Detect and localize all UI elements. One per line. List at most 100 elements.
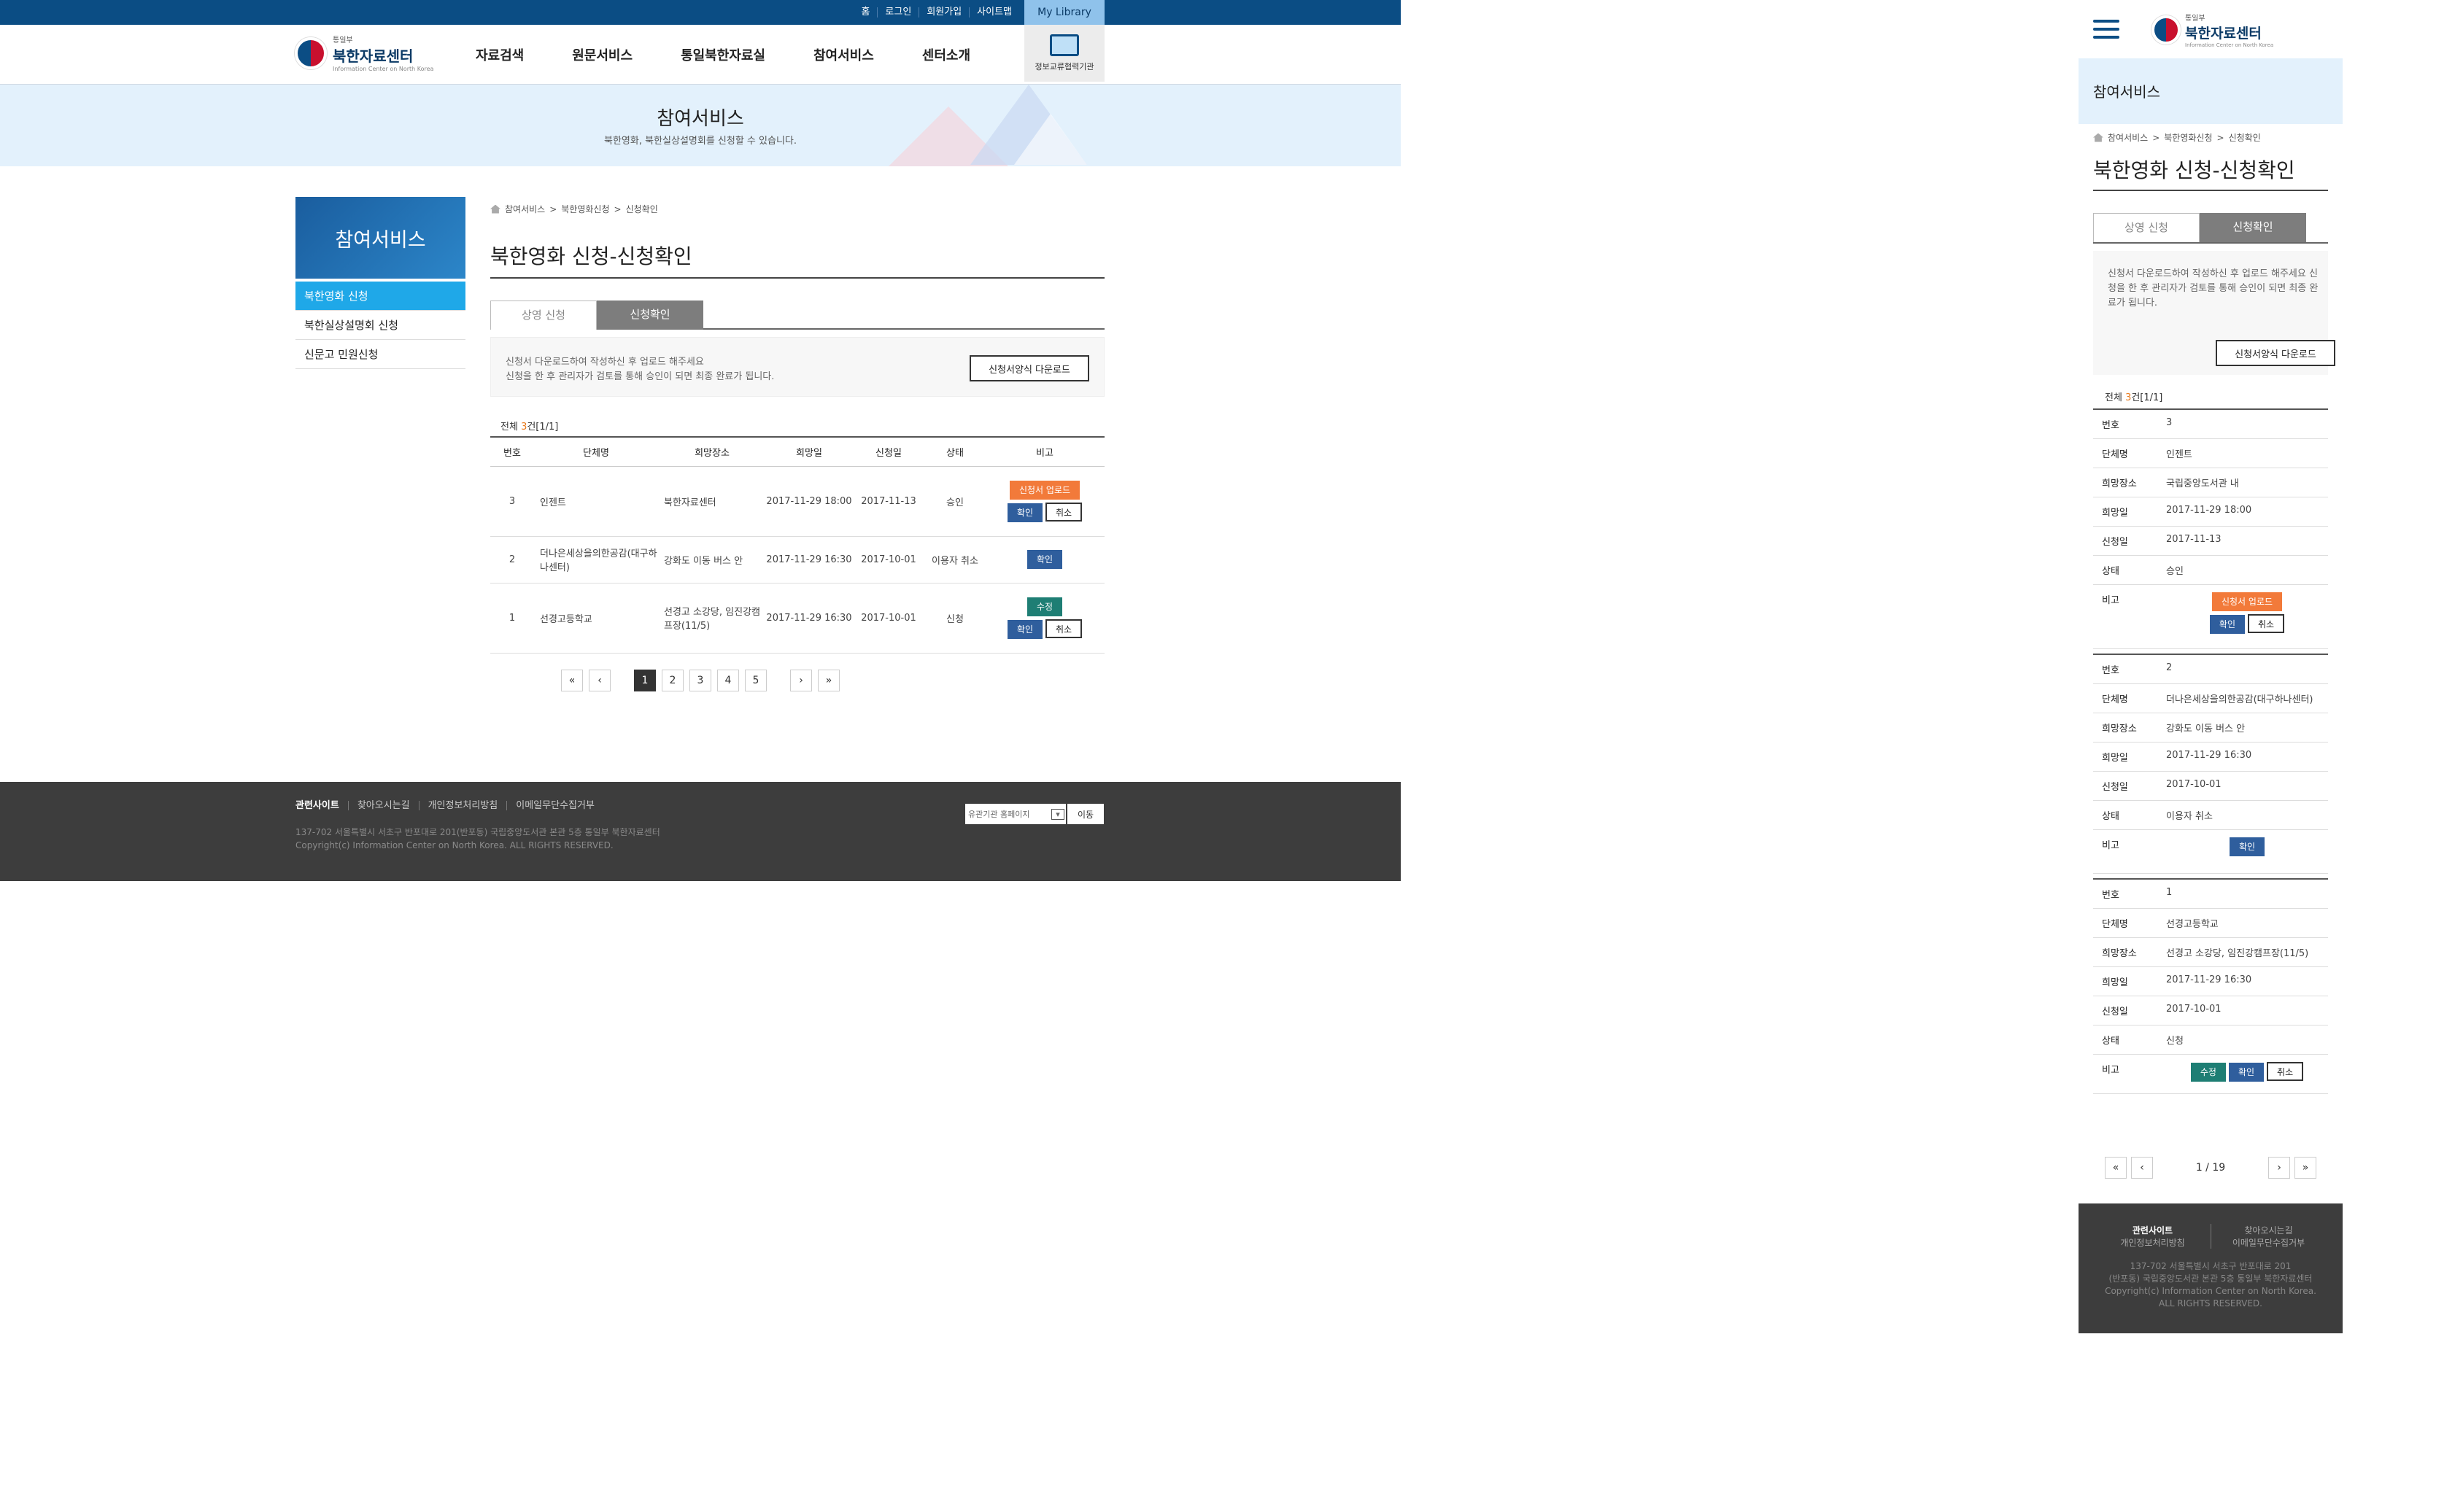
download-form-button[interactable]: 신청서양식 다운로드	[2216, 340, 2335, 366]
page-4[interactable]: 4	[717, 670, 739, 691]
first-page-icon[interactable]: «	[561, 670, 583, 691]
crumb-2[interactable]: 북한영화신청	[561, 203, 609, 215]
info-exchange-button[interactable]: 정보교류협력기관	[1024, 25, 1105, 82]
home-icon[interactable]	[490, 204, 500, 214]
footer-email[interactable]: 이메일무단수집거부	[2222, 1236, 2316, 1249]
value-org: 인젠트	[2166, 449, 2192, 460]
cell-status: 신청	[925, 583, 985, 654]
next-page-icon[interactable]: ›	[790, 670, 812, 691]
download-form-button[interactable]: 신청서양식 다운로드	[970, 355, 1089, 381]
footer-directions[interactable]: 찾아오시는길	[2222, 1224, 2316, 1236]
cancel-button[interactable]: 취소	[1045, 502, 1083, 522]
footer-related[interactable]: 관련사이트	[2106, 1224, 2200, 1236]
nav-search[interactable]: 자료검색	[476, 45, 524, 64]
value-no: 1	[2166, 887, 2173, 898]
cell-status: 승인	[925, 466, 985, 537]
confirm-button[interactable]: 확인	[2228, 1063, 2265, 1082]
cell-no: 3	[490, 466, 534, 537]
select-value: 유관기관 홈페이지	[968, 810, 1030, 819]
col-place: 희망장소	[658, 436, 766, 467]
page-info: 1 / 19	[2195, 1162, 2226, 1174]
site-logo[interactable]: 통일부 북한자료센터 Information Center on North K…	[295, 34, 433, 72]
hamburger-menu-icon[interactable]	[2093, 20, 2119, 39]
page-5[interactable]: 5	[745, 670, 767, 691]
main-nav: 자료검색 원문서비스 통일북한자료실 참여서비스 센터소개	[476, 25, 1018, 85]
last-page-icon[interactable]: »	[2294, 1157, 2316, 1179]
page-1[interactable]: 1	[634, 670, 656, 691]
confirm-button[interactable]: 확인	[2229, 837, 2265, 856]
cell-note: 신청서 업로드 확인 취소	[985, 466, 1105, 537]
crumb-3: 신청확인	[625, 204, 658, 214]
side-item-complaint[interactable]: 신문고 민원신청	[295, 340, 465, 369]
first-page-icon[interactable]: «	[2105, 1157, 2127, 1179]
label-apply: 신청일	[2102, 1007, 2128, 1017]
tab-confirm[interactable]: 신청확인	[597, 301, 703, 330]
tab-apply[interactable]: 상영 신청	[2093, 213, 2200, 242]
confirm-button[interactable]: 확인	[1026, 550, 1063, 569]
upload-button[interactable]: 신청서 업로드	[2211, 592, 2283, 611]
page-3[interactable]: 3	[689, 670, 711, 691]
crumb-2[interactable]: 북한영화신청	[2164, 131, 2212, 144]
label-note: 비고	[2102, 595, 2119, 606]
footer-privacy[interactable]: 개인정보처리방침	[418, 801, 507, 810]
home-link[interactable]: 홈	[854, 7, 877, 18]
next-page-icon[interactable]: ›	[2268, 1157, 2290, 1179]
footer-directions[interactable]: 찾아오시는길	[347, 801, 419, 810]
footer-privacy[interactable]: 개인정보처리방침	[2106, 1236, 2200, 1249]
crumb-1[interactable]: 참여서비스	[505, 203, 545, 215]
my-library-button[interactable]: My Library	[1024, 0, 1105, 25]
footer-links: 관련사이트 개인정보처리방침 찾아오시는길 이메일무단수집거부	[2079, 1224, 2343, 1249]
mobile-view: 통일부 북한자료센터 Information Center on North K…	[2079, 0, 2343, 1335]
cell-status: 이용자 취소	[925, 536, 985, 584]
table-row: 3 인젠트 북한자료센터 2017-11-29 18:00 2017-11-13…	[490, 466, 1105, 537]
page-2[interactable]: 2	[662, 670, 684, 691]
crumb-1[interactable]: 참여서비스	[2108, 131, 2148, 144]
login-link[interactable]: 로그인	[877, 7, 919, 18]
notice-box: 신청서 다운로드하여 작성하신 후 업로드 해주세요 신청을 한 후 관리자가 …	[490, 337, 1105, 397]
confirm-button[interactable]: 확인	[1007, 503, 1043, 522]
nav-original[interactable]: 원문서비스	[572, 45, 633, 64]
nav-unification[interactable]: 통일북한자료실	[681, 45, 765, 64]
confirm-button[interactable]: 확인	[2209, 615, 2245, 634]
value-status: 승인	[2166, 566, 2184, 577]
crumb-sep: >	[2152, 132, 2160, 143]
edit-button[interactable]: 수정	[2190, 1063, 2226, 1082]
footer-related[interactable]: 관련사이트	[295, 801, 348, 810]
side-item-briefing[interactable]: 북한실상설명회 신청	[295, 311, 465, 340]
prev-page-icon[interactable]: ‹	[2131, 1157, 2153, 1179]
join-link[interactable]: 회원가입	[919, 7, 969, 18]
cell-no: 2	[490, 536, 534, 584]
value-place: 강화도 이동 버스 안	[2166, 724, 2246, 734]
pager-gap	[773, 670, 784, 691]
col-apply: 신청일	[852, 436, 925, 467]
tab-bar: 상영 신청 신청확인	[2093, 213, 2328, 244]
tab-apply[interactable]: 상영 신청	[490, 301, 597, 330]
prev-page-icon[interactable]: ‹	[589, 670, 611, 691]
value-note: 신청서 업로드 확인 취소	[2166, 585, 2328, 648]
edit-button[interactable]: 수정	[1026, 597, 1063, 616]
mobile-footer: 관련사이트 개인정보처리방침 찾아오시는길 이메일무단수집거부 137-702 …	[2079, 1203, 2343, 1333]
value-no: 2	[2166, 662, 2173, 673]
go-button[interactable]: 이동	[1067, 804, 1104, 824]
side-item-film[interactable]: 북한영화 신청	[295, 282, 465, 311]
cell-apply: 2017-10-01	[852, 583, 925, 654]
sitemap-link[interactable]: 사이트맵	[969, 7, 1019, 18]
mobile-logo[interactable]: 통일부 북한자료센터 Information Center on North K…	[2151, 12, 2273, 48]
footer-email[interactable]: 이메일무단수집거부	[506, 801, 603, 810]
cancel-button[interactable]: 취소	[2267, 1062, 2304, 1081]
value-hope: 2017-11-29 18:00	[2166, 505, 2252, 516]
value-apply: 2017-11-13	[2166, 534, 2222, 545]
tab-confirm[interactable]: 신청확인	[2200, 213, 2306, 242]
related-site-select[interactable]: 유관기관 홈페이지 ▾	[965, 804, 1066, 824]
cancel-button[interactable]: 취소	[2248, 614, 2285, 633]
home-icon[interactable]	[2093, 133, 2103, 142]
nav-about[interactable]: 센터소개	[922, 45, 970, 64]
info-exchange-label: 정보교류협력기관	[1035, 62, 1094, 71]
page-title: 북한영화 신청-신청확인	[490, 244, 692, 268]
upload-button[interactable]: 신청서 업로드	[1009, 480, 1080, 500]
confirm-button[interactable]: 확인	[1007, 619, 1043, 639]
cancel-button[interactable]: 취소	[1045, 619, 1083, 638]
value-place: 국립중앙도서관 내	[2166, 478, 2239, 489]
nav-participation[interactable]: 참여서비스	[813, 45, 874, 64]
last-page-icon[interactable]: »	[818, 670, 840, 691]
